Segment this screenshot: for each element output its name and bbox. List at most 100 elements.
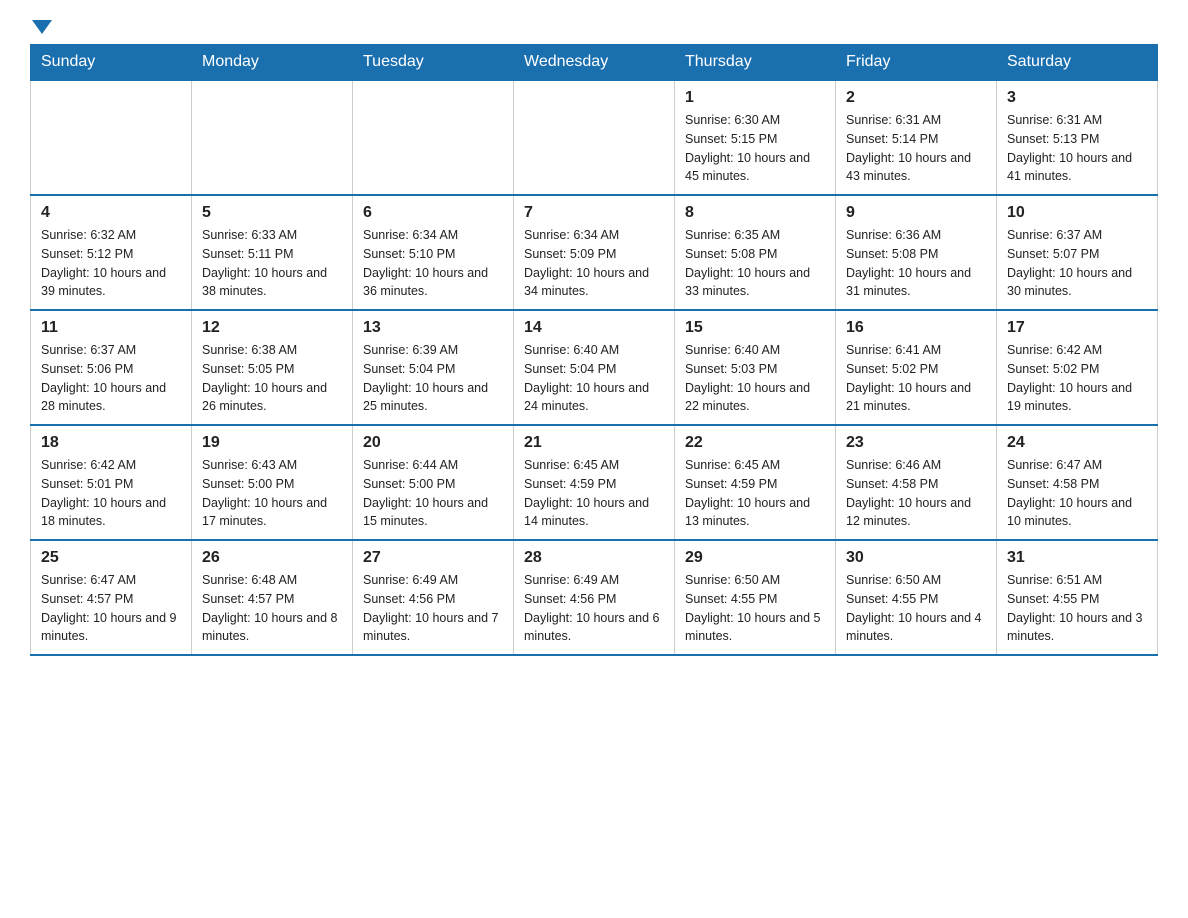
day-number: 27 [363,549,503,567]
calendar-cell-4: 4Sunrise: 6:32 AM Sunset: 5:12 PM Daylig… [31,195,192,310]
day-number: 6 [363,204,503,222]
day-number: 30 [846,549,986,567]
calendar-cell-11: 11 Sunrise: 6:37 AM Sunset: 5:06 PM Dayli… [31,310,192,425]
calendar-col-header-sunday: Sunday [31,45,192,81]
calendar-col-header-wednesday: Wednesday [514,45,675,81]
calendar-week-row-1: 1 Sunrise: 6:30 AM Sunset: 5:15 PM Daylig… [31,80,1158,195]
calendar-cell-9: 9 Sunrise: 6:36 AM Sunset: 5:08 PM Daylig… [836,195,997,310]
day-number: 25 [41,549,181,567]
calendar-cell-28: 28 Sunrise: 6:49 AM Sunset: 4:56 PM Dayli… [514,540,675,655]
day-info: Sunrise: 6:37 AM Sunset: 5:07 PM Dayligh… [1007,226,1147,301]
calendar-week-row-4: 18 Sunrise: 6:42 AM Sunset: 5:01 PM Dayli… [31,425,1158,540]
day-info: Sunrise: 6:47 AM Sunset: 4:57 PM Dayligh… [41,571,181,646]
day-number: 20 [363,434,503,452]
calendar-col-header-saturday: Saturday [997,45,1158,81]
calendar-col-header-thursday: Thursday [675,45,836,81]
calendar-cell-24: 24 Sunrise: 6:47 AM Sunset: 4:58 PM Dayli… [997,425,1158,540]
day-info: Sunrise: 6:34 AM Sunset: 5:10 PM Dayligh… [363,226,503,301]
calendar-cell-23: 23 Sunrise: 6:46 AM Sunset: 4:58 PM Dayli… [836,425,997,540]
calendar-header-row: SundayMondayTuesdayWednesdayThursdayFrid… [31,45,1158,81]
calendar-col-header-friday: Friday [836,45,997,81]
calendar-week-row-2: 4Sunrise: 6:32 AM Sunset: 5:12 PM Daylig… [31,195,1158,310]
calendar-cell-12: 12 Sunrise: 6:38 AM Sunset: 5:05 PM Dayli… [192,310,353,425]
day-info: Sunrise: 6:41 AM Sunset: 5:02 PM Dayligh… [846,341,986,416]
calendar-cell-empty [31,80,192,195]
calendar-cell-16: 16 Sunrise: 6:41 AM Sunset: 5:02 PM Dayli… [836,310,997,425]
day-info: Sunrise: 6:43 AM Sunset: 5:00 PM Dayligh… [202,456,342,531]
day-number: 24 [1007,434,1147,452]
day-info: Sunrise: 6:37 AM Sunset: 5:06 PM Dayligh… [41,341,181,416]
day-info: Sunrise: 6:50 AM Sunset: 4:55 PM Dayligh… [846,571,986,646]
day-number: 22 [685,434,825,452]
day-number: 16 [846,319,986,337]
day-number: 3 [1007,89,1147,107]
calendar-cell-25: 25 Sunrise: 6:47 AM Sunset: 4:57 PM Dayli… [31,540,192,655]
day-number: 29 [685,549,825,567]
day-number: 15 [685,319,825,337]
calendar-cell-empty [514,80,675,195]
page-header [30,20,1158,34]
day-info: Sunrise: 6:31 AM Sunset: 5:13 PM Dayligh… [1007,111,1147,186]
calendar-cell-27: 27 Sunrise: 6:49 AM Sunset: 4:56 PM Dayli… [353,540,514,655]
day-number: 7 [524,204,664,222]
calendar-cell-empty [192,80,353,195]
day-number: 1 [685,89,825,107]
day-info: Sunrise: 6:49 AM Sunset: 4:56 PM Dayligh… [524,571,664,646]
calendar-cell-1: 1 Sunrise: 6:30 AM Sunset: 5:15 PM Daylig… [675,80,836,195]
day-number: 18 [41,434,181,452]
calendar-cell-8: 8Sunrise: 6:35 AM Sunset: 5:08 PM Daylig… [675,195,836,310]
calendar-cell-30: 30 Sunrise: 6:50 AM Sunset: 4:55 PM Dayli… [836,540,997,655]
calendar-cell-29: 29 Sunrise: 6:50 AM Sunset: 4:55 PM Dayli… [675,540,836,655]
day-number: 9 [846,204,986,222]
calendar-cell-2: 2 Sunrise: 6:31 AM Sunset: 5:14 PM Daylig… [836,80,997,195]
calendar-cell-22: 22Sunrise: 6:45 AM Sunset: 4:59 PM Dayli… [675,425,836,540]
calendar-cell-26: 26Sunrise: 6:48 AM Sunset: 4:57 PM Dayli… [192,540,353,655]
calendar-col-header-tuesday: Tuesday [353,45,514,81]
day-number: 2 [846,89,986,107]
day-number: 8 [685,204,825,222]
calendar-week-row-3: 11 Sunrise: 6:37 AM Sunset: 5:06 PM Dayli… [31,310,1158,425]
calendar-cell-empty [353,80,514,195]
day-info: Sunrise: 6:44 AM Sunset: 5:00 PM Dayligh… [363,456,503,531]
day-info: Sunrise: 6:32 AM Sunset: 5:12 PM Dayligh… [41,226,181,301]
day-info: Sunrise: 6:34 AM Sunset: 5:09 PM Dayligh… [524,226,664,301]
day-info: Sunrise: 6:39 AM Sunset: 5:04 PM Dayligh… [363,341,503,416]
day-info: Sunrise: 6:50 AM Sunset: 4:55 PM Dayligh… [685,571,825,646]
logo [30,20,52,34]
day-info: Sunrise: 6:36 AM Sunset: 5:08 PM Dayligh… [846,226,986,301]
day-info: Sunrise: 6:38 AM Sunset: 5:05 PM Dayligh… [202,341,342,416]
calendar-week-row-5: 25 Sunrise: 6:47 AM Sunset: 4:57 PM Dayli… [31,540,1158,655]
day-number: 23 [846,434,986,452]
day-info: Sunrise: 6:40 AM Sunset: 5:03 PM Dayligh… [685,341,825,416]
calendar-cell-20: 20 Sunrise: 6:44 AM Sunset: 5:00 PM Dayli… [353,425,514,540]
day-info: Sunrise: 6:42 AM Sunset: 5:01 PM Dayligh… [41,456,181,531]
day-number: 5 [202,204,342,222]
calendar-cell-17: 17 Sunrise: 6:42 AM Sunset: 5:02 PM Dayli… [997,310,1158,425]
calendar-cell-6: 6 Sunrise: 6:34 AM Sunset: 5:10 PM Daylig… [353,195,514,310]
day-number: 21 [524,434,664,452]
day-info: Sunrise: 6:46 AM Sunset: 4:58 PM Dayligh… [846,456,986,531]
day-number: 11 [41,319,181,337]
day-info: Sunrise: 6:30 AM Sunset: 5:15 PM Dayligh… [685,111,825,186]
day-number: 14 [524,319,664,337]
day-number: 13 [363,319,503,337]
calendar-col-header-monday: Monday [192,45,353,81]
calendar-cell-18: 18 Sunrise: 6:42 AM Sunset: 5:01 PM Dayli… [31,425,192,540]
day-info: Sunrise: 6:47 AM Sunset: 4:58 PM Dayligh… [1007,456,1147,531]
day-info: Sunrise: 6:31 AM Sunset: 5:14 PM Dayligh… [846,111,986,186]
day-number: 28 [524,549,664,567]
logo-arrow-icon [32,20,52,34]
day-info: Sunrise: 6:42 AM Sunset: 5:02 PM Dayligh… [1007,341,1147,416]
day-info: Sunrise: 6:51 AM Sunset: 4:55 PM Dayligh… [1007,571,1147,646]
calendar-table: SundayMondayTuesdayWednesdayThursdayFrid… [30,44,1158,656]
day-number: 10 [1007,204,1147,222]
calendar-cell-13: 13 Sunrise: 6:39 AM Sunset: 5:04 PM Dayli… [353,310,514,425]
calendar-cell-3: 3 Sunrise: 6:31 AM Sunset: 5:13 PM Daylig… [997,80,1158,195]
day-number: 19 [202,434,342,452]
calendar-cell-10: 10 Sunrise: 6:37 AM Sunset: 5:07 PM Dayli… [997,195,1158,310]
calendar-cell-21: 21Sunrise: 6:45 AM Sunset: 4:59 PM Dayli… [514,425,675,540]
day-info: Sunrise: 6:49 AM Sunset: 4:56 PM Dayligh… [363,571,503,646]
day-number: 12 [202,319,342,337]
calendar-cell-19: 19 Sunrise: 6:43 AM Sunset: 5:00 PM Dayli… [192,425,353,540]
day-number: 17 [1007,319,1147,337]
